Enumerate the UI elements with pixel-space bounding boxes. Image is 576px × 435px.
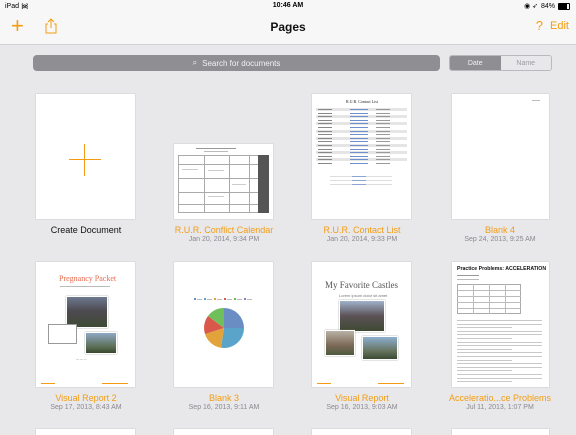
document-date: Sep 17, 2013, 8:43 AM: [50, 404, 122, 411]
thumbnail-photo: [85, 332, 117, 354]
document-title: R.U.R. Conflict Calendar: [174, 225, 274, 235]
document-title: R.U.R. Contact List: [323, 225, 401, 235]
document-title: Visual Report: [335, 393, 389, 403]
search-input[interactable]: ⌕ Search for documents: [33, 55, 440, 71]
document-thumbnail-partial[interactable]: [36, 429, 135, 435]
document-thumbnail[interactable]: [174, 262, 273, 387]
thumbnail-heading: Pregnancy Packet: [59, 274, 117, 283]
document-title: Acceleratio...ce Problems: [448, 393, 552, 403]
sort-date-button[interactable]: Date: [450, 56, 501, 70]
search-placeholder: Search for documents: [202, 58, 281, 68]
edit-button[interactable]: Edit: [550, 20, 569, 32]
navigation-bar: + Pages ? Edit: [0, 11, 576, 45]
thumbnail-subheading: Lorem ipsum dolor sit amet: [339, 293, 388, 298]
status-time: 10:46 AM: [272, 2, 304, 9]
document-title: Blank 3: [208, 393, 240, 403]
document-thumbnail[interactable]: Practice Problems: ACCELERATION: [452, 262, 549, 387]
document-thumbnail[interactable]: My Favorite Castles Lorem ipsum dolor si…: [312, 262, 411, 387]
status-bar: iPad ᯼ 10:46 AM ◉ ➶ 84%: [0, 0, 576, 11]
document-thumbnail[interactable]: [174, 144, 273, 219]
document-date: Jan 20, 2014, 9:33 PM: [326, 236, 398, 243]
battery-icon: [558, 2, 570, 10]
thumbnail-heading: My Favorite Castles: [325, 280, 398, 290]
battery-percent: 84%: [540, 2, 555, 10]
search-icon: ⌕: [192, 58, 198, 67]
document-date: Jul 11, 2013, 1:07 PM: [466, 404, 534, 411]
page-title: Pages: [270, 20, 306, 34]
thumbnail-heading: Practice Problems: ACCELERATION: [457, 266, 547, 272]
thumbnail-photo: [362, 336, 398, 360]
status-right: ◉ ➶ 84%: [524, 2, 570, 10]
plus-icon: [69, 144, 101, 176]
document-thumbnail-partial[interactable]: [452, 429, 549, 435]
thumbnail-photo: [339, 300, 385, 332]
document-title: Blank 4: [484, 225, 516, 235]
document-thumbnail[interactable]: Pregnancy Packet — — —: [36, 262, 135, 387]
sort-name-button[interactable]: Name: [500, 56, 551, 70]
thumbnail-heading: R.U.R. Contact List: [346, 99, 378, 104]
document-title: Visual Report 2: [55, 393, 117, 403]
document-date: Sep 24, 2013, 9:25 AM: [464, 236, 536, 243]
document-date: Jan 20, 2014, 9:34 PM: [188, 236, 260, 243]
document-thumbnail-partial[interactable]: [174, 429, 273, 435]
document-date: Sep 16, 2013, 9:03 AM: [326, 404, 398, 411]
document-thumbnail-partial[interactable]: [312, 429, 411, 435]
thumbnail-photo: [325, 330, 355, 356]
document-thumbnail[interactable]: R.U.R. Contact List: [312, 94, 411, 219]
document-date: Sep 16, 2013, 9:11 AM: [188, 404, 260, 411]
pie-chart-thumbnail: [204, 308, 245, 349]
sort-segmented-control[interactable]: Date Name: [449, 55, 552, 71]
location-icon: ◉ ➶: [524, 3, 538, 10]
document-title: Create Document: [50, 225, 122, 235]
help-icon[interactable]: ?: [536, 18, 543, 33]
ipad-screen: iPad ᯼ 10:46 AM ◉ ➶ 84% + Pages ? Edit ⌕…: [0, 0, 576, 435]
create-document-thumbnail[interactable]: [36, 94, 135, 219]
document-thumbnail[interactable]: [452, 94, 549, 219]
